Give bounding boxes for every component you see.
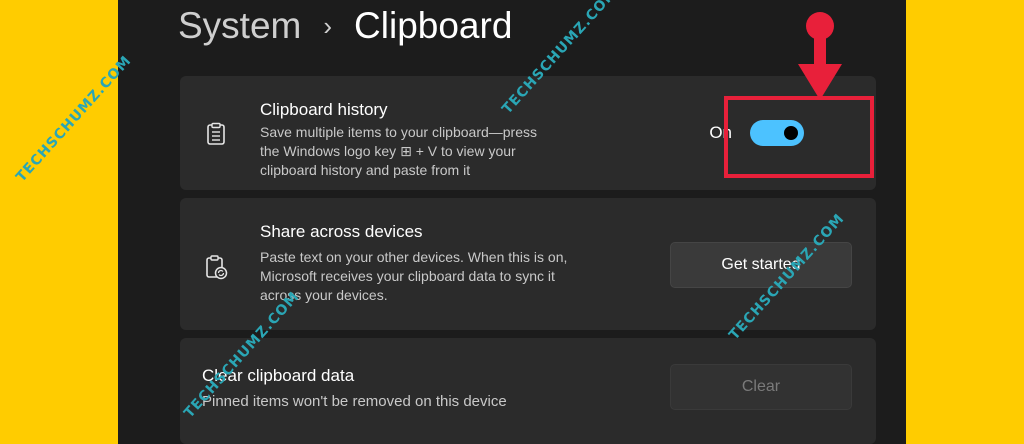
description-line: Save multiple items to your clipboard—pr…	[260, 124, 538, 140]
description-line: Paste text on your other devices. When t…	[260, 249, 568, 265]
breadcrumb: System › Clipboard	[178, 2, 512, 50]
share-devices-title: Share across devices	[260, 222, 423, 241]
clipboard-sync-icon	[204, 254, 228, 285]
clipboard-list-icon	[204, 122, 228, 151]
clipboard-history-title: Clipboard history	[260, 100, 388, 119]
description-line: across your devices.	[260, 287, 388, 303]
highlight-box	[724, 96, 874, 178]
clear-button[interactable]: Clear	[670, 364, 852, 410]
breadcrumb-separator: ›	[323, 10, 333, 41]
settings-window: System › Clipboard Clipboard history Sav…	[118, 0, 906, 444]
clear-clipboard-description: Pinned items won't be removed on this de…	[202, 393, 507, 410]
share-devices-description: Paste text on your other devices. When t…	[260, 248, 660, 305]
description-line: clipboard history and paste from it	[260, 162, 471, 178]
page-title: Clipboard	[354, 5, 513, 46]
clipboard-history-description: Save multiple items to your clipboard—pr…	[260, 123, 660, 180]
description-line: Microsoft receives your clipboard data t…	[260, 268, 555, 284]
breadcrumb-system[interactable]: System	[178, 5, 301, 47]
annotation-arrow-icon	[798, 12, 842, 100]
clear-clipboard-card: Clear clipboard data Pinned items won't …	[180, 338, 876, 444]
get-started-button[interactable]: Get started	[670, 242, 852, 288]
description-line: the Windows logo key ⊞ + V to view your	[260, 143, 516, 159]
